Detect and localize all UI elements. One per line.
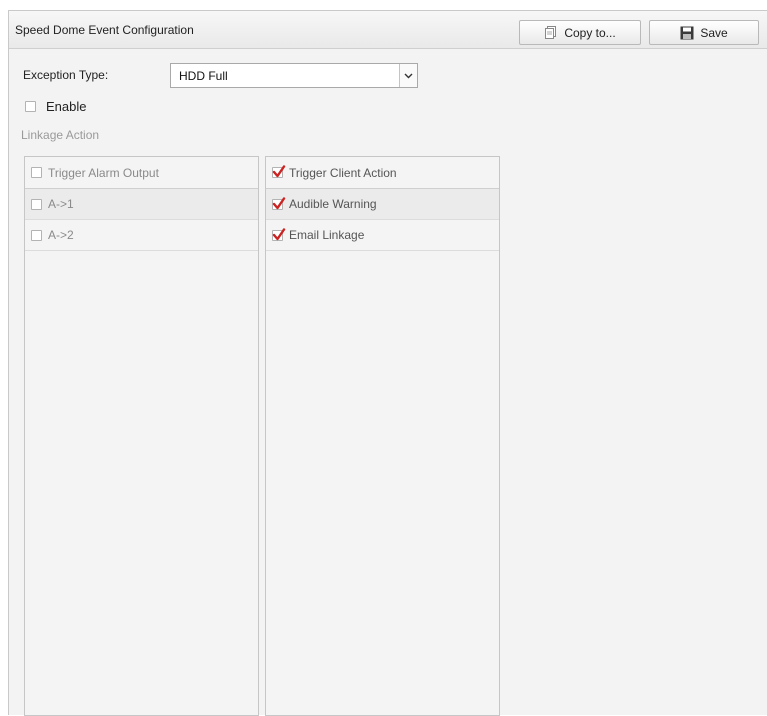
audible-warning-checkbox[interactable] xyxy=(272,196,286,210)
audible-warning-label: Audible Warning xyxy=(289,197,377,211)
alarm-output-panel: Trigger Alarm Output A->1 A->2 xyxy=(24,156,259,716)
exception-type-value: HDD Full xyxy=(179,69,228,83)
save-label: Save xyxy=(700,25,728,40)
check-icon xyxy=(272,227,286,240)
save-button[interactable]: Save xyxy=(649,20,759,45)
trigger-client-action-label: Trigger Client Action xyxy=(289,165,397,180)
client-action-panel: Trigger Client Action Audible Warning Em… xyxy=(265,156,500,716)
copy-to-label: Copy to... xyxy=(564,25,616,40)
trigger-alarm-output-checkbox[interactable] xyxy=(31,167,42,178)
check-icon xyxy=(272,196,286,209)
client-action-item: Email Linkage xyxy=(266,220,499,251)
linkage-action-title: Linkage Action xyxy=(21,128,100,142)
page-title: Speed Dome Event Configuration xyxy=(15,23,194,37)
client-action-item: Audible Warning xyxy=(266,189,499,220)
save-icon xyxy=(680,26,694,40)
client-action-header: Trigger Client Action xyxy=(266,157,499,189)
email-linkage-label: Email Linkage xyxy=(289,228,365,242)
copy-icon xyxy=(544,25,558,40)
alarm-output-a2-checkbox[interactable] xyxy=(31,229,42,241)
exception-type-label: Exception Type: xyxy=(23,68,109,82)
exception-type-select[interactable]: HDD Full xyxy=(170,63,418,88)
alarm-output-item: A->1 xyxy=(25,189,258,220)
enable-row: Enable xyxy=(25,98,86,114)
chevron-down-icon[interactable] xyxy=(399,64,417,87)
trigger-client-action-checkbox[interactable] xyxy=(272,165,286,178)
check-icon xyxy=(272,165,286,178)
copy-to-button[interactable]: Copy to... xyxy=(519,20,641,45)
trigger-alarm-output-label: Trigger Alarm Output xyxy=(48,165,159,180)
alarm-output-a2-label: A->2 xyxy=(48,228,74,242)
alarm-output-header: Trigger Alarm Output xyxy=(25,157,258,189)
exception-type-row: Exception Type: HDD Full xyxy=(23,63,423,88)
alarm-output-a1-label: A->1 xyxy=(48,197,74,211)
enable-checkbox[interactable] xyxy=(25,100,36,112)
event-config-frame: Speed Dome Event Configuration Copy to..… xyxy=(8,10,767,716)
alarm-output-item: A->2 xyxy=(25,220,258,251)
alarm-output-a1-checkbox[interactable] xyxy=(31,198,42,210)
title-bar: Speed Dome Event Configuration Copy to..… xyxy=(9,11,767,49)
email-linkage-checkbox[interactable] xyxy=(272,227,286,241)
enable-label: Enable xyxy=(46,98,87,114)
